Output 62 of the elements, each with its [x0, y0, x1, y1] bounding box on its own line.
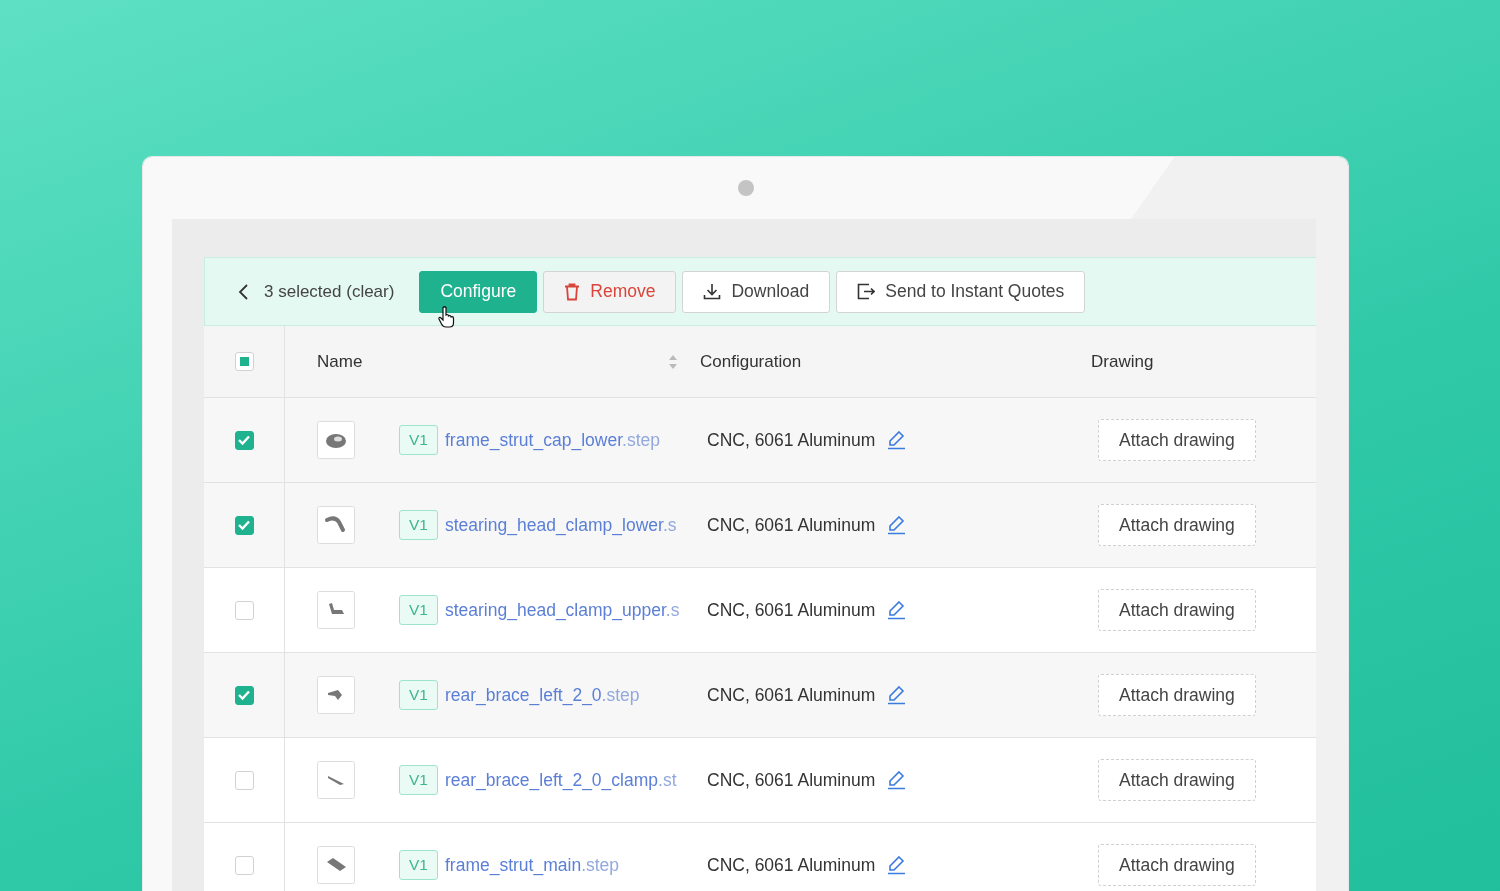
trash-icon: [564, 282, 581, 301]
row-checkbox[interactable]: [234, 515, 254, 535]
file-name-link[interactable]: frame_strut_cap_lower.step: [444, 429, 660, 451]
table-row[interactable]: V1 stearing_head_clamp_upper.s CNC, 6061 Aluminum Attach drawing: [204, 568, 1316, 653]
column-header: Drawing: [1091, 351, 1155, 372]
attach-drawing-button[interactable]: Attach drawing: [1098, 844, 1256, 886]
edit-icon[interactable]: [887, 600, 907, 620]
version-badge: V1: [399, 595, 438, 625]
back-chevron-icon[interactable]: [238, 282, 250, 301]
sort-icon[interactable]: [668, 353, 678, 370]
table-row[interactable]: V1 frame_strut_cap_lower.step CNC, 6061 Aluminum Attach drawing: [204, 398, 1316, 483]
remove-button[interactable]: Remove: [543, 270, 677, 313]
file-name-link[interactable]: rear_brace_left_2_0.step: [444, 684, 640, 706]
edit-icon[interactable]: [887, 855, 907, 875]
export-icon: [857, 283, 876, 300]
table-row[interactable]: V1 stearing_head_clamp_lower.s CNC, 6061 Aluminum Attach drawing: [204, 483, 1316, 568]
row-checkbox[interactable]: [234, 770, 254, 790]
row-checkbox[interactable]: [234, 685, 254, 705]
version-badge: V1: [399, 425, 438, 455]
part-thumbnail: [317, 421, 355, 459]
edit-icon[interactable]: [887, 515, 907, 535]
camera-icon: [737, 180, 754, 196]
version-badge: V1: [399, 680, 438, 710]
column-header[interactable]: Name: [285, 351, 700, 372]
part-thumbnail: [317, 591, 355, 629]
version-badge: V1: [399, 850, 438, 880]
part-thumbnail: [317, 761, 355, 799]
row-checkbox[interactable]: [234, 600, 254, 620]
edit-icon[interactable]: [887, 685, 907, 705]
attach-drawing-button[interactable]: Attach drawing: [1098, 759, 1256, 801]
part-thumbnail: [317, 846, 355, 884]
row-checkbox[interactable]: [234, 855, 254, 875]
configuration-text: CNC, 6061 Aluminum: [707, 599, 876, 621]
edit-icon[interactable]: [887, 770, 907, 790]
configuration-text: CNC, 6061 Aluminum: [707, 429, 876, 451]
table-row[interactable]: V1 frame_strut_main.step CNC, 6061 Aluminum Attach drawing: [204, 823, 1316, 891]
edit-icon[interactable]: [887, 430, 907, 450]
file-name-link[interactable]: frame_strut_main.step: [444, 854, 620, 876]
configuration-text: CNC, 6061 Aluminum: [707, 514, 876, 536]
send-button[interactable]: Send to Instant Quotes: [836, 270, 1086, 313]
attach-drawing-button[interactable]: Attach drawing: [1098, 504, 1256, 546]
version-badge: V1: [399, 510, 438, 540]
part-thumbnail: [317, 506, 355, 544]
file-name-link[interactable]: stearing_head_clamp_upper.s: [444, 599, 680, 621]
configuration-text: CNC, 6061 Aluminum: [707, 769, 876, 791]
version-badge: V1: [399, 765, 438, 795]
configuration-text: CNC, 6061 Aluminum: [707, 684, 876, 706]
attach-drawing-button[interactable]: Attach drawing: [1098, 589, 1256, 631]
file-name-link[interactable]: stearing_head_clamp_lower.s: [444, 514, 677, 536]
table-row[interactable]: V1 rear_brace_left_2_0_clamp.st CNC, 6061 Aluminum Attach drawing: [204, 738, 1316, 823]
selection-label[interactable]: 3 selected (clear): [264, 281, 395, 302]
download-icon: [703, 283, 722, 300]
part-thumbnail: [317, 676, 355, 714]
table-row[interactable]: V1 rear_brace_left_2_0.step CNC, 6061 Aluminum Attach drawing: [204, 653, 1316, 738]
attach-drawing-button[interactable]: Attach drawing: [1098, 674, 1256, 716]
file-name-link[interactable]: rear_brace_left_2_0_clamp.st: [444, 769, 677, 791]
select-all-checkbox[interactable]: [234, 352, 254, 371]
download-button[interactable]: Download: [682, 270, 831, 313]
configuration-text: CNC, 6061 Aluminum: [707, 854, 876, 876]
attach-drawing-button[interactable]: Attach drawing: [1098, 419, 1256, 461]
row-checkbox[interactable]: [234, 430, 254, 450]
column-header: Configuration: [700, 351, 803, 372]
